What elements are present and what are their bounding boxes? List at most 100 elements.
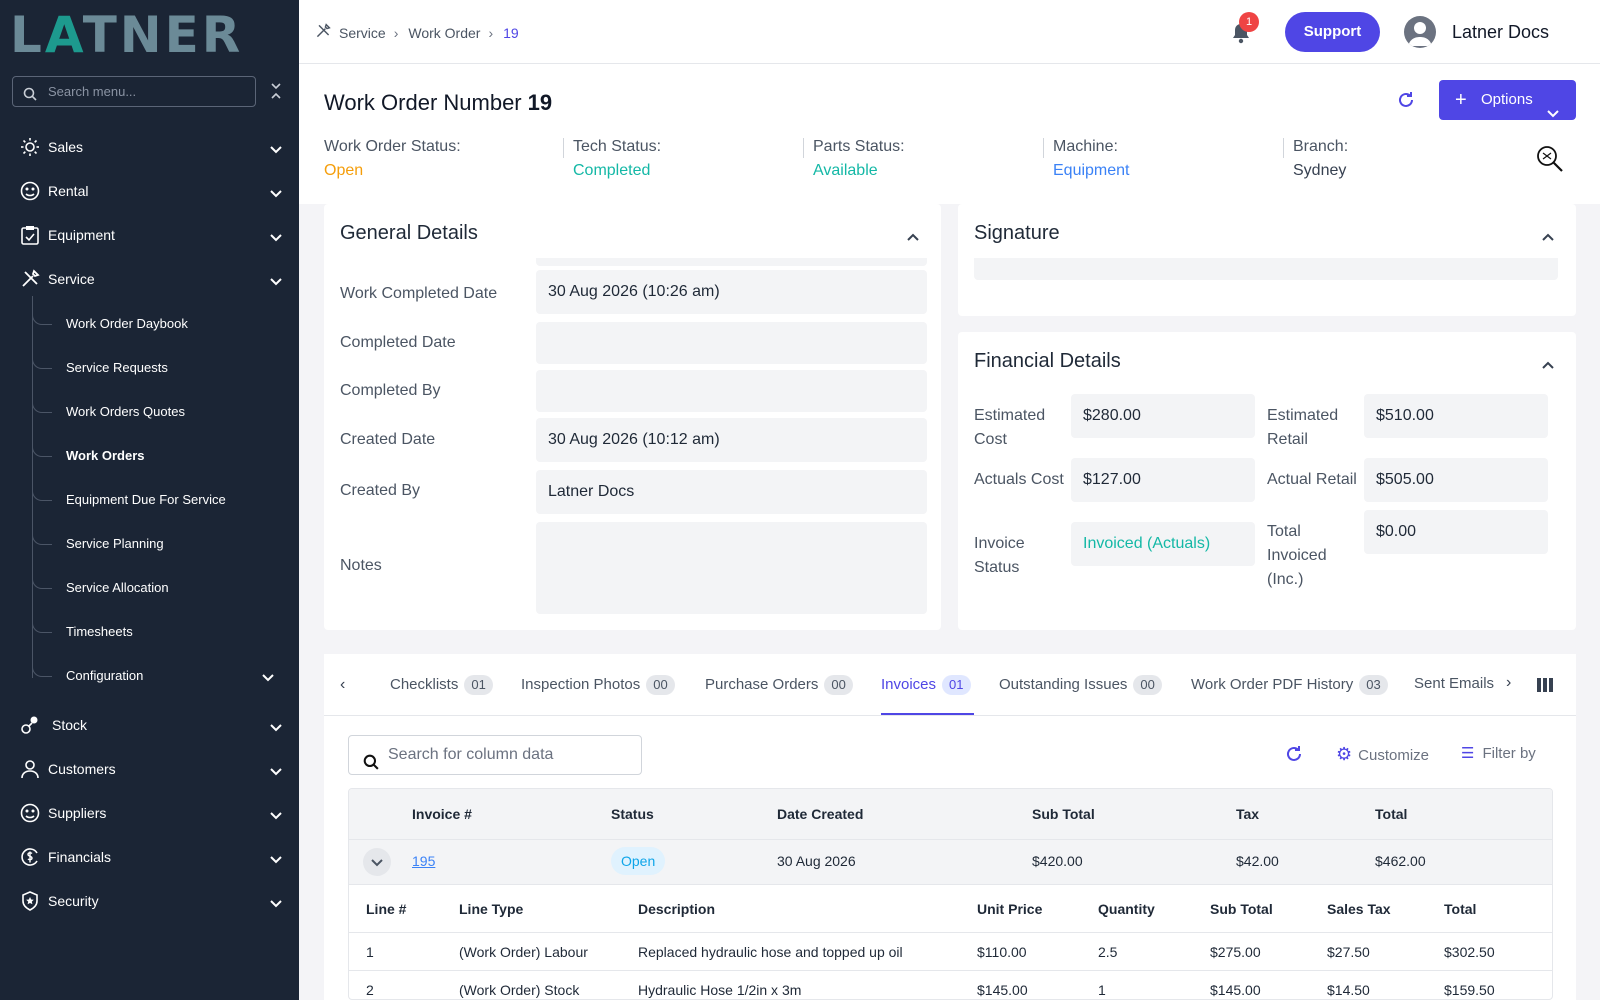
sidebar-item-sales[interactable]: Sales <box>0 127 299 167</box>
signature-area[interactable] <box>974 258 1558 280</box>
chevron-up-icon[interactable] <box>1542 228 1554 246</box>
tab-work-order-pdf-history[interactable]: Work Order PDF History 03 <box>1191 675 1388 695</box>
sidebar-item-service[interactable]: Service <box>0 259 299 299</box>
active-tab-underline <box>881 713 974 715</box>
sidebar-item-rental[interactable]: Rental <box>0 171 299 211</box>
machine-status: Machine: Equipment <box>1043 138 1130 180</box>
breadcrumb-current: 19 <box>503 24 519 41</box>
chevron-down-icon <box>262 670 274 685</box>
field-label: Actuals Cost <box>974 471 1064 488</box>
search-icon <box>23 82 37 111</box>
title-label: Work Order Number <box>324 90 522 115</box>
created-date-field[interactable]: 30 Aug 2026 (10:12 am) <box>536 418 927 462</box>
detail-tabs: ‹ Checklists 01 Inspection Photos 00 Purch… <box>324 654 1576 716</box>
sidebar-item-suppliers[interactable]: Suppliers <box>0 793 299 833</box>
column-header[interactable]: Total <box>1375 806 1407 822</box>
sidebar-subitem-work-orders[interactable]: Work Orders <box>0 436 299 476</box>
column-search-input[interactable]: Search for column data <box>348 735 642 775</box>
work-completed-date-field[interactable]: 30 Aug 2026 (10:26 am) <box>536 270 927 314</box>
tab-inspection-photos[interactable]: Inspection Photos 00 <box>521 675 675 695</box>
zoom-search-icon[interactable] <box>1535 144 1565 179</box>
estimated-retail-field[interactable]: $510.00 <box>1364 394 1548 438</box>
column-header[interactable]: Status <box>611 806 654 822</box>
sidebar-item-customers[interactable]: Customers <box>0 749 299 789</box>
sidebar-subitem-timesheets[interactable]: Timesheets <box>0 612 299 652</box>
column-header[interactable]: Date Created <box>777 806 863 822</box>
invoices-panel: Search for column data ⚙ Customize ☰ Filte… <box>324 716 1576 1000</box>
sidebar-item-security[interactable]: Security <box>0 881 299 921</box>
completed-date-field[interactable] <box>536 322 927 364</box>
tab-purchase-orders[interactable]: Purchase Orders 00 <box>705 675 853 695</box>
chevron-down-icon <box>270 895 282 911</box>
chevron-down-icon <box>270 851 282 867</box>
sidebar-subitem-work-order-daybook[interactable]: Work Order Daybook <box>0 304 299 344</box>
column-header[interactable]: Invoice # <box>412 806 472 822</box>
sidebar-subitem-equipment-due-for-service[interactable]: Equipment Due For Service <box>0 480 299 520</box>
field-label: Invoice Status <box>974 535 1025 576</box>
chevron-up-icon[interactable] <box>907 228 919 246</box>
notes-field[interactable] <box>536 522 927 614</box>
sidebar-subitem-label: Equipment Due For Service <box>66 492 226 507</box>
breadcrumb-service[interactable]: Service <box>339 25 386 41</box>
cell-quantity: 1 <box>1098 982 1106 998</box>
tab-count: 00 <box>1133 675 1162 695</box>
completed-by-field[interactable] <box>536 370 927 412</box>
sidebar-subitem-work-orders-quotes[interactable]: Work Orders Quotes <box>0 392 299 432</box>
support-button[interactable]: Support <box>1285 12 1380 52</box>
sidebar-subitem-service-planning[interactable]: Service Planning <box>0 524 299 564</box>
chevron-right-icon[interactable]: › <box>1506 674 1511 692</box>
invoice-link[interactable]: 195 <box>412 853 435 869</box>
options-button[interactable]: + Options <box>1439 80 1576 120</box>
tab-invoices[interactable]: Invoices 01 <box>881 675 971 695</box>
avatar[interactable] <box>1404 16 1436 48</box>
expand-row-button[interactable] <box>363 848 391 876</box>
signature-card: Signature <box>958 204 1576 316</box>
sidebar-search-input[interactable]: Search menu... <box>12 76 256 107</box>
refresh-icon[interactable] <box>1396 90 1416 115</box>
column-header[interactable]: Tax <box>1236 806 1259 822</box>
sidebar-item-stock[interactable]: Stock <box>0 705 299 745</box>
total-invoiced-field[interactable]: $0.00 <box>1364 510 1548 554</box>
machine-link[interactable]: Equipment <box>1053 162 1130 180</box>
tab-sent-emails[interactable]: Sent Emails <box>1414 675 1494 692</box>
invoice-status-field[interactable]: Invoiced (Actuals) <box>1071 522 1255 566</box>
table-row[interactable]: 195 Open 30 Aug 2026 $420.00 $42.00 $462… <box>349 839 1552 884</box>
card-title: General Details <box>340 222 478 244</box>
sidebar-subitem-service-allocation[interactable]: Service Allocation <box>0 568 299 608</box>
actual-retail-field[interactable]: $505.00 <box>1364 458 1548 502</box>
column-header[interactable]: Sub Total <box>1032 806 1095 822</box>
tab-outstanding-issues[interactable]: Outstanding Issues 00 <box>999 675 1162 695</box>
tree-hook <box>32 568 52 589</box>
field-label: Estimated Cost <box>974 407 1046 448</box>
sidebar-subitem-label: Work Orders <box>66 448 145 463</box>
tab-checklists[interactable]: Checklists 01 <box>390 675 493 695</box>
topbar: Service › Work Order › 19 1 Support Latn… <box>299 0 1600 64</box>
collapse-sidebar-icon[interactable] <box>270 82 282 105</box>
sidebar-subitem-label: Timesheets <box>66 624 133 639</box>
refresh-icon[interactable] <box>1284 744 1304 768</box>
created-by-field[interactable]: Latner Docs <box>536 470 927 514</box>
breadcrumb-work-order[interactable]: Work Order <box>408 25 480 41</box>
estimated-cost-field[interactable]: $280.00 <box>1071 394 1255 438</box>
chevron-left-icon[interactable]: ‹ <box>340 676 345 694</box>
chevron-up-icon[interactable] <box>1542 356 1554 374</box>
sidebar-subitem-configuration[interactable]: Configuration <box>0 656 299 696</box>
options-label: Options <box>1481 91 1533 108</box>
sidebar-subitem-service-requests[interactable]: Service Requests <box>0 348 299 388</box>
tab-label: Outstanding Issues <box>999 676 1128 693</box>
sidebar-item-financials[interactable]: Financials <box>0 837 299 877</box>
actuals-cost-field[interactable]: $127.00 <box>1071 458 1255 502</box>
chevron-down-icon <box>270 719 282 735</box>
stat-key: Machine: <box>1053 138 1118 155</box>
cell-line: 2 <box>366 982 374 998</box>
sidebar-item-equipment[interactable]: Equipment <box>0 215 299 255</box>
filter-button[interactable]: ☰ Filter by <box>1461 744 1536 762</box>
page-title: Work Order Number 19 <box>324 90 552 116</box>
columns-icon[interactable] <box>1537 678 1553 697</box>
cell-tax: $42.00 <box>1236 853 1279 869</box>
cell-subtotal: $275.00 <box>1210 944 1261 960</box>
user-name[interactable]: Latner Docs <box>1452 22 1549 43</box>
latner-logo[interactable]: LATNER <box>10 10 243 60</box>
customize-button[interactable]: ⚙ Customize <box>1336 744 1429 765</box>
sidebar: LATNER Search menu... Sales Rental Equip… <box>0 0 299 1000</box>
